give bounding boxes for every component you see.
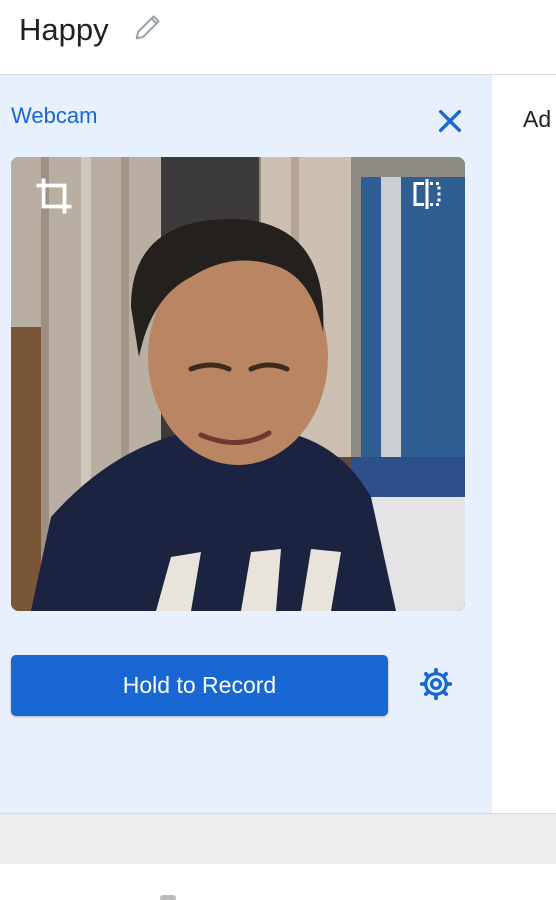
class-title: Happy (19, 12, 109, 47)
scroll-marker (160, 895, 176, 900)
webcam-panel: Webcam Hold to Record (0, 75, 491, 813)
flip-horizontal-icon[interactable] (409, 174, 445, 214)
panel-title: Webcam (11, 103, 98, 128)
add-samples-pane: Ad (491, 75, 556, 813)
add-samples-label: Ad (523, 106, 552, 132)
next-card (0, 864, 556, 900)
section-divider (0, 813, 556, 865)
close-icon[interactable] (434, 105, 466, 137)
webcam-preview (11, 157, 465, 611)
pencil-icon[interactable] (131, 10, 165, 44)
gear-icon[interactable] (417, 665, 455, 703)
class-header: Happy (0, 0, 556, 75)
hold-to-record-button[interactable]: Hold to Record (11, 655, 388, 716)
webcam-video-frame (11, 157, 465, 611)
crop-icon[interactable] (33, 175, 75, 217)
